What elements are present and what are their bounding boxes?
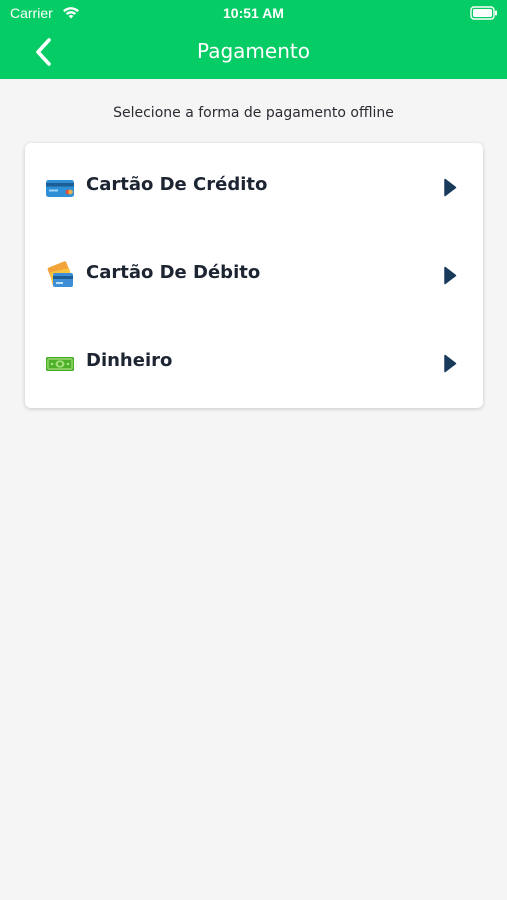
cash-icon (46, 357, 74, 371)
status-bar: Carrier 10:51 AM (0, 0, 507, 28)
payment-option-cash[interactable]: Dinheiro (25, 319, 483, 407)
page-title: Pagamento (197, 39, 310, 63)
payment-option-label: Cartão De Débito (86, 262, 261, 283)
payment-option-label: Cartão De Crédito (86, 174, 268, 195)
payment-option-label: Dinheiro (86, 350, 173, 371)
debit-card-icon (47, 261, 73, 287)
chevron-right-icon (444, 354, 457, 373)
nav-bar: Pagamento (0, 28, 507, 79)
status-time: 10:51 AM (223, 5, 284, 21)
payment-option-debit-card[interactable]: Cartão De Débito (25, 231, 483, 319)
battery-icon (470, 6, 497, 20)
credit-card-icon (46, 180, 74, 197)
chevron-right-icon (444, 178, 457, 197)
instruction-text: Selecione a forma de pagamento offline (113, 105, 394, 121)
chevron-right-icon (444, 266, 457, 285)
payment-option-credit-card[interactable]: Cartão De Crédito (25, 143, 483, 231)
app-header: Carrier 10:51 AM Pagamento (0, 0, 507, 79)
payment-options-card: Cartão De Crédito Cartão De Débito Dinhe… (25, 143, 483, 408)
